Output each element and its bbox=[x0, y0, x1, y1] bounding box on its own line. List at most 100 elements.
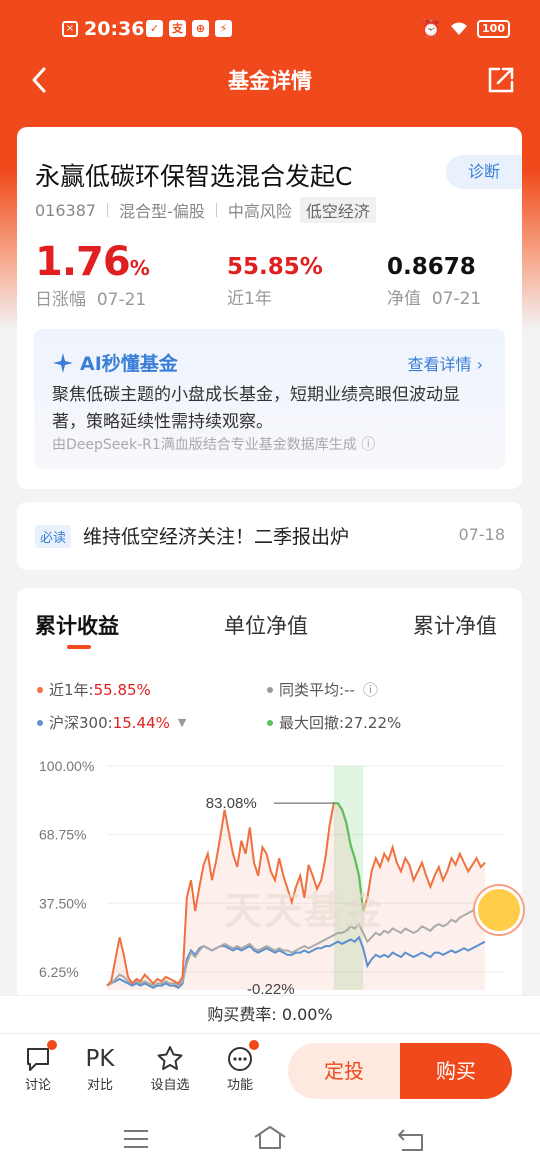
discuss-label: 讨论 bbox=[24, 1078, 51, 1093]
more-functions-label: 功能 bbox=[226, 1078, 253, 1093]
ai-summary-box[interactable]: AI秒懂基金 查看详情 › 聚焦低碳主题的小盘成长基金，短期业绩亮眼但波动显著，… bbox=[34, 329, 505, 469]
fee-value: 0.00% bbox=[281, 1005, 333, 1024]
daily-change-unit: % bbox=[129, 256, 150, 280]
share-icon bbox=[488, 67, 514, 93]
purchase-fee-bar: 购买费率: 0.00% bbox=[0, 995, 540, 1033]
menu-icon[interactable] bbox=[122, 1128, 150, 1150]
legend-fund-value: 55.85% bbox=[93, 680, 151, 699]
battery-icon: 100 bbox=[477, 19, 510, 38]
one-year-value: 55.85% bbox=[227, 254, 323, 280]
alarm-icon: ⏰ bbox=[421, 19, 442, 38]
notification-dot bbox=[47, 1040, 57, 1050]
ai-detail-link[interactable]: 查看详情 › bbox=[407, 351, 483, 375]
legend-avg-label: 同类平均: bbox=[279, 681, 345, 699]
tab-cumulative-return[interactable]: 累计收益 bbox=[35, 610, 119, 640]
fund-code: 016387 bbox=[35, 200, 97, 220]
status-time: 20:36 bbox=[84, 18, 145, 40]
wifi-icon bbox=[451, 22, 468, 35]
info-icon[interactable]: ⓘ bbox=[361, 437, 375, 453]
mascot-icon[interactable] bbox=[475, 886, 523, 934]
legend-dot bbox=[267, 686, 273, 693]
fund-tags: 016387 混合型-偏股 中高风险 低空经济 bbox=[35, 197, 376, 223]
fund-info-card: 永赢低碳环保智选混合发起C 诊断 016387 混合型-偏股 中高风险 低空经济… bbox=[17, 127, 522, 489]
daily-change-date: 07-21 bbox=[96, 290, 147, 310]
star-add-icon bbox=[157, 1046, 183, 1070]
nav-date: 07-21 bbox=[431, 289, 482, 309]
theme-tag[interactable]: 低空经济 bbox=[299, 197, 376, 223]
performance-chart-card: 累计收益 单位净值 累计净值 近1年: 55.85% 同类平均: -- ⓘ 沪深… bbox=[17, 588, 523, 1008]
compare-button[interactable]: PK 对比 bbox=[75, 1044, 125, 1093]
status-bar: × 20:36 ✓ 支 ⊕ ⚡ ⏰ 100 bbox=[0, 0, 540, 60]
return-icon[interactable] bbox=[396, 1126, 426, 1152]
dropdown-icon[interactable]: ▼ bbox=[178, 716, 186, 729]
fund-risk: 中高风险 bbox=[227, 202, 292, 221]
legend-drawdown-label: 最大回撤: bbox=[279, 714, 345, 732]
app-icon-1: ✓ bbox=[146, 20, 163, 37]
fund-type: 混合型-偏股 bbox=[119, 202, 205, 221]
max-annotation: 83.08% bbox=[206, 795, 257, 812]
legend-index-value: 15.44% bbox=[112, 713, 170, 732]
sim-icon: × bbox=[62, 21, 78, 37]
legend-fund-label: 近1年: bbox=[49, 681, 94, 699]
one-year-stat: 55.85% 近1年 bbox=[227, 254, 323, 309]
chat-icon bbox=[27, 1048, 49, 1071]
ai-title: AI秒懂基金 bbox=[52, 349, 178, 376]
app-icon-4: ⚡ bbox=[215, 20, 232, 37]
must-read-badge: 必读 bbox=[35, 525, 72, 548]
news-date: 07-18 bbox=[458, 525, 506, 544]
bottom-action-bar: 讨论 PK 对比 设自选 功能 定投 购买 bbox=[0, 1033, 540, 1108]
compare-label: 对比 bbox=[86, 1078, 113, 1093]
fund-name: 永赢低碳环保智选混合发起C bbox=[35, 162, 353, 191]
sparkle-icon bbox=[53, 352, 73, 373]
y-tick-label: 6.25% bbox=[39, 964, 79, 980]
nav-value: 0.8678 bbox=[387, 254, 476, 280]
daily-change-value: 1.76 bbox=[35, 239, 131, 285]
notification-dot bbox=[249, 1040, 259, 1050]
one-year-label: 近1年 bbox=[227, 289, 272, 309]
nav-bar: 基金详情 bbox=[0, 55, 540, 105]
legend-dot bbox=[37, 719, 43, 726]
tab-cumulative-nav[interactable]: 累计净值 bbox=[413, 610, 497, 640]
info-icon[interactable]: ⓘ bbox=[363, 679, 378, 700]
watermark-logo: 天天基金 bbox=[224, 888, 385, 933]
legend-avg-value: -- bbox=[344, 680, 355, 699]
legend-fund: 近1年: 55.85% bbox=[37, 679, 151, 700]
divider bbox=[215, 203, 217, 217]
share-button[interactable] bbox=[486, 65, 516, 95]
nav-label: 净值 bbox=[387, 289, 421, 309]
legend-index[interactable]: 沪深300: 15.44% ▼ bbox=[37, 712, 186, 733]
pk-icon: PK bbox=[85, 1046, 115, 1072]
news-card[interactable]: 必读 维持低空经济关注！二季报出炉 07-18 bbox=[17, 502, 522, 570]
ai-source: 由DeepSeek-R1满血版结合专业基金数据库生成 ⓘ bbox=[52, 434, 375, 454]
legend-index-label: 沪深300: bbox=[49, 714, 113, 732]
ai-summary-text: 聚焦低碳主题的小盘成长基金，短期业绩亮眼但波动显著，策略延续性需持续观察。 bbox=[52, 385, 460, 432]
add-watchlist-button[interactable]: 设自选 bbox=[145, 1044, 195, 1093]
more-icon bbox=[228, 1047, 252, 1071]
more-functions-button[interactable]: 功能 bbox=[215, 1040, 265, 1093]
auto-invest-button[interactable]: 定投 bbox=[288, 1043, 400, 1099]
app-notification-icons: ✓ 支 ⊕ ⚡ bbox=[146, 20, 232, 37]
y-tick-label: 37.50% bbox=[39, 895, 86, 911]
app-icon-3: ⊕ bbox=[192, 20, 209, 37]
home-icon[interactable] bbox=[252, 1124, 288, 1150]
buy-button[interactable]: 购买 bbox=[400, 1043, 512, 1099]
legend-dot bbox=[267, 719, 273, 726]
system-nav-bar bbox=[0, 1108, 540, 1170]
daily-change-label: 日涨幅 bbox=[35, 290, 86, 310]
ai-detail-link-text: 查看详情 bbox=[407, 355, 472, 374]
performance-chart[interactable]: 100.00%68.75%37.50%6.25%83.08%-0.22% bbox=[17, 758, 522, 998]
discuss-button[interactable]: 讨论 bbox=[13, 1040, 63, 1093]
chevron-right-icon: › bbox=[476, 355, 483, 374]
legend-dot bbox=[37, 686, 43, 693]
daily-change-stat: 1.76% 日涨幅 07-21 bbox=[35, 239, 150, 310]
ai-source-text: 由DeepSeek-R1满血版结合专业基金数据库生成 bbox=[52, 437, 357, 453]
y-tick-label: 100.00% bbox=[39, 758, 94, 774]
notification-icons: × bbox=[62, 21, 78, 37]
add-watchlist-label: 设自选 bbox=[150, 1078, 190, 1093]
diagnose-button[interactable]: 诊断 bbox=[446, 155, 522, 189]
nav-stat: 0.8678 净值 07-21 bbox=[387, 254, 481, 309]
fee-label: 购买费率: bbox=[207, 1005, 277, 1024]
tab-unit-nav[interactable]: 单位净值 bbox=[224, 610, 308, 640]
app-icon-2: 支 bbox=[169, 20, 186, 37]
page-title: 基金详情 bbox=[228, 69, 312, 93]
